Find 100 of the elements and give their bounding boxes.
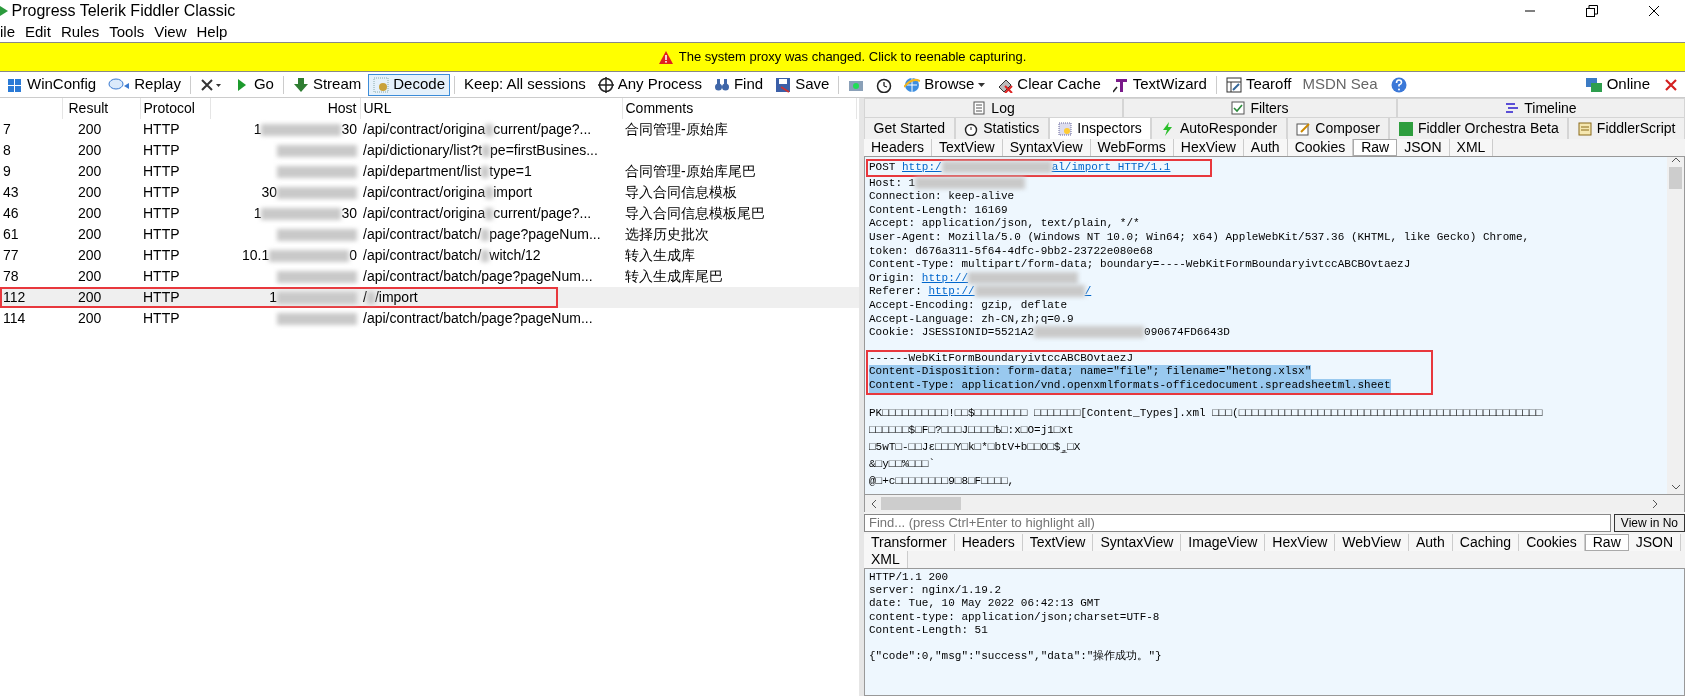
- redaction-blur: [481, 250, 490, 263]
- tab[interactable]: ImageView: [1181, 534, 1266, 551]
- tab[interactable]: Inspectors: [1048, 117, 1152, 139]
- toolbar-button[interactable]: Replay: [103, 73, 186, 96]
- session-row[interactable]: 8 200 HTTP /api/dictionary/list?t pe=firstBusines...: [0, 140, 859, 161]
- toolbar-button[interactable]: Any Process: [592, 73, 707, 96]
- tab[interactable]: HexView: [1265, 534, 1336, 551]
- table-cell-text: 77: [2, 246, 20, 265]
- tab[interactable]: Headers: [954, 534, 1023, 551]
- column-header[interactable]: Protocol: [140, 98, 210, 119]
- session-row[interactable]: 77 200 HTTP 10.1 0 /api/contract/batch/ witch/12 转入生成库: [0, 245, 859, 266]
- link[interactable]: http://: [921, 271, 969, 284]
- tab[interactable]: HexView: [1173, 139, 1244, 156]
- tab[interactable]: Log: [864, 98, 1124, 117]
- cell-text: import: [493, 184, 533, 200]
- column-header[interactable]: URL: [360, 98, 622, 119]
- menu-item[interactable]: Help: [196, 20, 228, 44]
- tab[interactable]: Auth: [1243, 139, 1288, 156]
- tab[interactable]: SyntaxView: [1093, 534, 1182, 551]
- link[interactable]: /: [1084, 285, 1092, 298]
- tab[interactable]: Caching: [1452, 534, 1520, 551]
- cell-text: pe=firstBusines...: [490, 142, 598, 158]
- session-row[interactable]: 46 200 HTTP 1 30 /api/contract/origina current/page?... 导入合同信息模板尾巴: [0, 203, 859, 224]
- tab[interactable]: JSON: [1628, 534, 1682, 551]
- tab[interactable]: XML: [864, 551, 908, 568]
- horizontal-scrollbar[interactable]: [864, 495, 1685, 512]
- column-header[interactable]: Comments: [622, 98, 856, 119]
- restore-icon[interactable]: [1586, 5, 1598, 17]
- tab[interactable]: Cookies: [1519, 534, 1585, 551]
- session-row[interactable]: 43 200 HTTP 30 /api/contract/origina import 导入合同信息模板: [0, 182, 859, 203]
- session-row[interactable]: 7 200 HTTP 1 30 /api/contract/origina current/page?... 合同管理-原始库: [0, 119, 859, 140]
- menu-item[interactable]: Edit: [25, 20, 51, 44]
- table-cell-text: HTTP: [142, 309, 181, 328]
- tab[interactable]: XML: [1449, 139, 1494, 156]
- tab[interactable]: TextView: [931, 139, 1003, 156]
- tab[interactable]: Filters: [1123, 98, 1397, 117]
- view-button[interactable]: View in No: [1613, 514, 1685, 532]
- column-header[interactable]: Result: [62, 98, 140, 119]
- speech-bubble-icon: [108, 76, 131, 93]
- online-button[interactable]: Online: [1579, 73, 1655, 96]
- menu-item[interactable]: Rules: [60, 20, 100, 44]
- menu-item[interactable]: View: [154, 20, 187, 44]
- session-row[interactable]: 61 200 HTTP /api/contract/batch/ page?pageNum... 选择历史批次: [0, 224, 859, 245]
- code-line: Connection: keep-alive: [869, 190, 1015, 203]
- redaction-blur: [485, 124, 494, 137]
- tab[interactable]: Get Started: [864, 117, 955, 139]
- session-row[interactable]: 114 200 HTTP /api/contract/batch/page?pageNum...: [0, 308, 859, 329]
- tab[interactable]: Composer: [1286, 117, 1390, 139]
- session-row[interactable]: 78 200 HTTP /api/contract/batch/page?pageNum... 转入生成库尾巴: [0, 266, 859, 287]
- tab[interactable]: Raw: [1353, 139, 1398, 156]
- link[interactable]: http://: [928, 285, 975, 298]
- tab[interactable]: Auth: [1408, 534, 1453, 551]
- notification-bar[interactable]: The system proxy was changed. Click to reenable capturing.: [0, 42, 1685, 72]
- tab[interactable]: Raw: [1584, 534, 1629, 551]
- code-line: {"code":0,"msg":"success","data":"操作成功。"}: [869, 650, 1163, 664]
- tab[interactable]: Statistics: [954, 117, 1049, 139]
- tab[interactable]: JSON: [1397, 139, 1450, 156]
- tab[interactable]: AutoResponder: [1151, 117, 1287, 139]
- link[interactable]: al/import HTTP/1.1: [1051, 161, 1171, 173]
- dropdown-button[interactable]: Browse: [899, 73, 991, 96]
- scrollbar-thumb[interactable]: [1669, 167, 1682, 189]
- tab[interactable]: WebView: [1335, 534, 1409, 551]
- tab[interactable]: Timeline: [1396, 98, 1685, 117]
- tab[interactable]: Cookies: [1287, 139, 1354, 156]
- dropdown-button[interactable]: Keep: All sessions: [459, 73, 591, 96]
- tab[interactable]: WebForms: [1090, 139, 1174, 156]
- tab[interactable]: FiddlerScript: [1568, 117, 1685, 139]
- toolbar-button[interactable]: Decode: [368, 73, 450, 96]
- toolbar-button[interactable]: Clear Cache: [992, 73, 1106, 96]
- toolbar-button[interactable]: TextWizard: [1107, 73, 1212, 96]
- table-cell: 合同管理-原始库: [622, 119, 856, 140]
- link[interactable]: http:/: [902, 161, 942, 173]
- globe-icon: [904, 76, 921, 93]
- column-header[interactable]: Host: [210, 98, 360, 119]
- toolbar-button[interactable]: Find: [708, 73, 769, 96]
- session-row[interactable]: 9 200 HTTP /api/department/list type=1 合同管理-原始库尾巴: [0, 161, 859, 182]
- menu-item[interactable]: Tools: [109, 20, 145, 44]
- help-icon[interactable]: [1390, 76, 1407, 93]
- tab[interactable]: SyntaxView: [1002, 139, 1091, 156]
- close-icon: [199, 76, 222, 93]
- tab[interactable]: Headers: [864, 139, 932, 156]
- toolbar-button[interactable]: Go: [228, 73, 279, 96]
- toolbar-button[interactable]: Stream: [287, 73, 367, 96]
- toolbar-button[interactable]: WinConfig: [2, 73, 102, 96]
- find-field[interactable]: Find... (press Ctrl+Enter to highlight all): [864, 514, 1611, 532]
- menu-item[interactable]: ile: [0, 20, 15, 44]
- log-icon: [972, 101, 987, 115]
- toolbar-button[interactable]: Tearoff: [1220, 73, 1297, 96]
- vertical-scrollbar[interactable]: [1667, 157, 1684, 494]
- tab[interactable]: TextView: [1022, 534, 1094, 551]
- close-icon[interactable]: [1648, 5, 1660, 17]
- cell-text: /api/contract/batch/page?pageNum...: [363, 310, 593, 326]
- toolbar-button[interactable]: Save: [770, 73, 835, 96]
- session-row[interactable]: 112 200 HTTP 1 / /import: [0, 287, 859, 308]
- tab[interactable]: Fiddler Orchestra Beta: [1389, 117, 1569, 139]
- tab[interactable]: Transformer: [864, 534, 955, 551]
- caret-icon: [978, 82, 986, 87]
- cell-text: 10.1: [241, 247, 270, 263]
- scrollbar-thumb[interactable]: [881, 497, 961, 510]
- code-line: Content-Disposition: form-data; name="file"; filename="hetong.xlsx": [869, 365, 1312, 378]
